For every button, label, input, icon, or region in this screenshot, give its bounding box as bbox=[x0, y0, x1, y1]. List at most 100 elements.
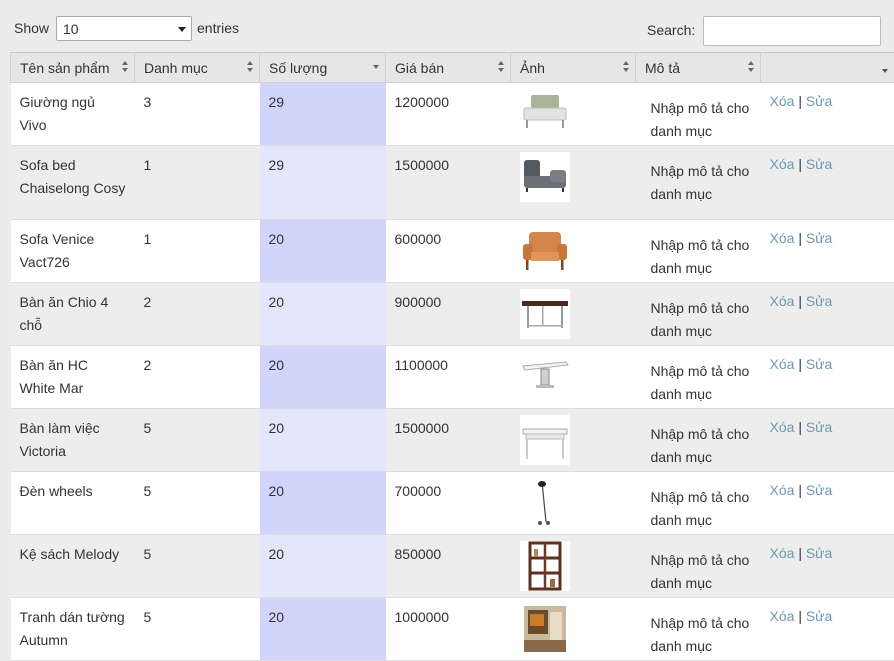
delete-link[interactable]: Xóa bbox=[770, 293, 795, 309]
cell-actions: Xóa | Sửa bbox=[761, 146, 894, 220]
column-header-description[interactable]: Mô tả bbox=[636, 53, 761, 83]
cell-category: 2 bbox=[135, 283, 260, 346]
sort-icon bbox=[498, 61, 505, 73]
cell-name: Tranh dán tường Autumn bbox=[11, 598, 135, 661]
cell-quantity: 20 bbox=[260, 535, 386, 598]
column-header-label: Ảnh bbox=[520, 60, 545, 76]
dining-table-image bbox=[520, 289, 570, 339]
delete-link[interactable]: Xóa bbox=[770, 419, 795, 435]
cell-name: Sofa bed Chaiselong Cosy bbox=[11, 146, 135, 220]
cell-quantity: 29 bbox=[260, 146, 386, 220]
delete-link[interactable]: Xóa bbox=[770, 156, 795, 172]
action-separator: | bbox=[798, 482, 802, 498]
cell-image bbox=[511, 146, 636, 220]
column-header-label: Số lượng bbox=[269, 60, 327, 76]
table-row: Tranh dán tường Autumn 5 20 1000000 Nhập… bbox=[11, 598, 894, 661]
edit-link[interactable]: Sửa bbox=[806, 482, 833, 498]
delete-link[interactable]: Xóa bbox=[770, 608, 795, 624]
cell-description: Nhập mô tả cho danh mục bbox=[636, 535, 761, 598]
delete-link[interactable]: Xóa bbox=[770, 482, 795, 498]
entries-select[interactable]: 10 bbox=[56, 16, 192, 41]
bookshelf-image bbox=[520, 541, 570, 591]
action-separator: | bbox=[798, 293, 802, 309]
chevron-down-icon bbox=[178, 27, 186, 32]
cell-image bbox=[511, 409, 636, 472]
edit-link[interactable]: Sửa bbox=[806, 93, 833, 109]
cell-quantity: 20 bbox=[260, 220, 386, 283]
cell-actions: Xóa | Sửa bbox=[761, 409, 894, 472]
cell-price: 1500000 bbox=[386, 409, 511, 472]
sort-icon bbox=[122, 61, 129, 73]
column-header-price[interactable]: Giá bán bbox=[386, 53, 511, 83]
cell-quantity: 20 bbox=[260, 472, 386, 535]
cell-quantity: 29 bbox=[260, 83, 386, 146]
column-header-image[interactable]: Ảnh bbox=[511, 53, 636, 83]
cell-actions: Xóa | Sửa bbox=[761, 220, 894, 283]
cell-image bbox=[511, 472, 636, 535]
cell-category: 5 bbox=[135, 409, 260, 472]
edit-link[interactable]: Sửa bbox=[806, 230, 833, 246]
action-separator: | bbox=[798, 93, 802, 109]
cell-actions: Xóa | Sửa bbox=[761, 598, 894, 661]
action-separator: | bbox=[798, 608, 802, 624]
edit-link[interactable]: Sửa bbox=[806, 419, 833, 435]
cell-actions: Xóa | Sửa bbox=[761, 346, 894, 409]
cell-name: Bàn ăn HC White Mar bbox=[11, 346, 135, 409]
cell-image bbox=[511, 535, 636, 598]
column-header-category[interactable]: Danh mục bbox=[135, 53, 260, 83]
cell-description: Nhập mô tả cho danh mục bbox=[636, 598, 761, 661]
sort-icon bbox=[623, 61, 630, 73]
cell-price: 850000 bbox=[386, 535, 511, 598]
delete-link[interactable]: Xóa bbox=[770, 93, 795, 109]
edit-link[interactable]: Sửa bbox=[806, 545, 833, 561]
table-row: Sofa bed Chaiselong Cosy 1 29 1500000 Nh… bbox=[11, 146, 894, 220]
cell-quantity: 20 bbox=[260, 283, 386, 346]
delete-link[interactable]: Xóa bbox=[770, 545, 795, 561]
sort-icon bbox=[882, 69, 889, 74]
column-header-name[interactable]: Tên sản phẩm bbox=[11, 53, 135, 83]
cell-actions: Xóa | Sửa bbox=[761, 535, 894, 598]
column-header-label: Mô tả bbox=[645, 60, 680, 76]
delete-link[interactable]: Xóa bbox=[770, 230, 795, 246]
cell-category: 1 bbox=[135, 146, 260, 220]
sort-icon bbox=[247, 61, 254, 73]
column-header-quantity[interactable]: Số lượng bbox=[260, 53, 386, 83]
show-label: Show bbox=[14, 20, 49, 36]
cell-category: 5 bbox=[135, 598, 260, 661]
delete-link[interactable]: Xóa bbox=[770, 356, 795, 372]
edit-link[interactable]: Sửa bbox=[806, 293, 833, 309]
cell-description: Nhập mô tả cho danh mục bbox=[636, 409, 761, 472]
cell-name: Kệ sách Melody bbox=[11, 535, 135, 598]
entries-select-value: 10 bbox=[63, 21, 79, 37]
cell-name: Sofa Venice Vact726 bbox=[11, 220, 135, 283]
cell-description: Nhập mô tả cho danh mục bbox=[636, 83, 761, 146]
action-separator: | bbox=[798, 156, 802, 172]
sort-icon bbox=[748, 61, 755, 73]
table-row: Bàn ăn Chio 4 chỗ 2 20 900000 Nhập mô tả… bbox=[11, 283, 894, 346]
cell-price: 900000 bbox=[386, 283, 511, 346]
cell-name: Đèn wheels bbox=[11, 472, 135, 535]
bed-image bbox=[520, 89, 570, 139]
action-separator: | bbox=[798, 419, 802, 435]
cell-image bbox=[511, 83, 636, 146]
cell-quantity: 20 bbox=[260, 409, 386, 472]
table-row: Bàn làm việc Victoria 5 20 1500000 Nhập … bbox=[11, 409, 894, 472]
white-table-image bbox=[520, 352, 570, 402]
cell-name: Bàn ăn Chio 4 chỗ bbox=[11, 283, 135, 346]
products-table: Tên sản phẩm Danh mục Số lượng Giá bán Ả… bbox=[10, 52, 894, 661]
entries-label: entries bbox=[197, 20, 239, 36]
search-input[interactable] bbox=[703, 16, 881, 46]
table-row: Kệ sách Melody 5 20 850000 Nhập mô tả ch… bbox=[11, 535, 894, 598]
cell-category: 3 bbox=[135, 83, 260, 146]
cell-quantity: 20 bbox=[260, 598, 386, 661]
edit-link[interactable]: Sửa bbox=[806, 356, 833, 372]
cell-category: 5 bbox=[135, 535, 260, 598]
edit-link[interactable]: Sửa bbox=[806, 156, 833, 172]
column-header-label: Tên sản phẩm bbox=[20, 60, 110, 76]
cell-actions: Xóa | Sửa bbox=[761, 83, 894, 146]
column-header-actions[interactable] bbox=[761, 53, 894, 83]
edit-link[interactable]: Sửa bbox=[806, 608, 833, 624]
action-separator: | bbox=[798, 230, 802, 246]
cell-category: 2 bbox=[135, 346, 260, 409]
cell-description: Nhập mô tả cho danh mục bbox=[636, 472, 761, 535]
